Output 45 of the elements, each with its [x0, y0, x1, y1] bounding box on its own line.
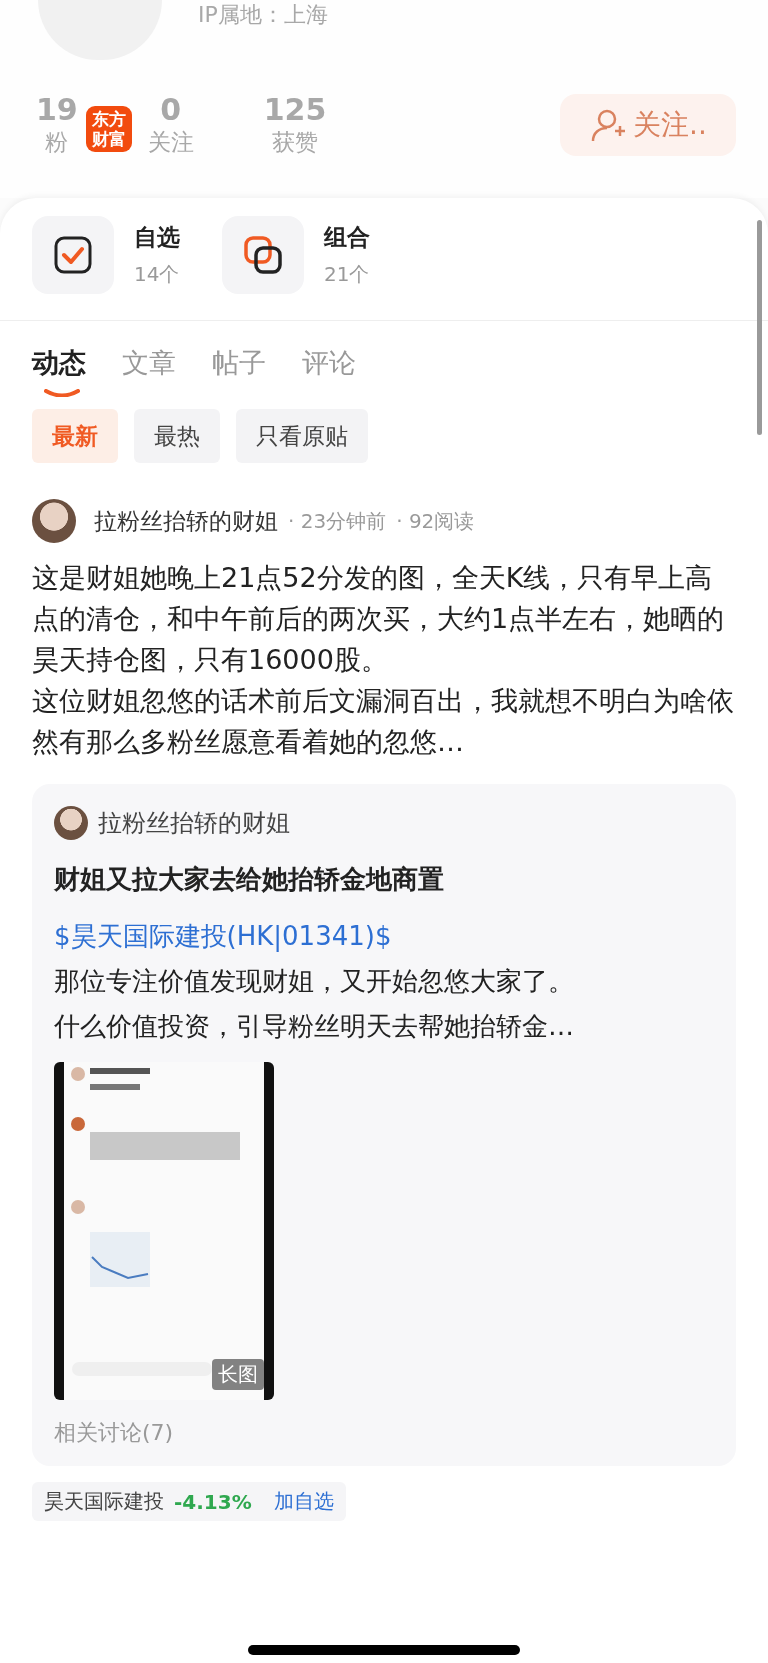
read-count: · 92阅读 [396, 507, 475, 535]
long-image-badge: 长图 [212, 1359, 264, 1390]
add-watchlist-link[interactable]: 加自选 [273, 1488, 334, 1515]
tab[interactable]: 文章 [122, 345, 176, 399]
quoted-post-card[interactable]: 拉粉丝抬轿的财姐 财姐又拉大家去给她抬轿金地商置 $昊天国际建投(HK|01341)$ 那位专注价值发现财姐，又开始忽悠大家了。 什么价值投资，引导粉丝明天去帮她抬轿金… 长图 相关讨论(7) [32, 784, 736, 1466]
stock-link[interactable]: $昊天国际建投(HK|01341)$ [54, 919, 714, 954]
shortcut-title: 组合 [324, 223, 370, 252]
stat-value: 125 [263, 92, 327, 127]
quoted-post-text: 那位专注价值发现财姐，又开始忽悠大家了。 [54, 965, 575, 998]
stock-name: 昊天国际建投 [44, 1488, 164, 1515]
post-time: · 23分钟前 [288, 507, 387, 535]
post-text: 这位财姐忽悠的话术前后文漏洞百出，我就想不明白为啥依然有那么多粉丝愿意看着她的忽悠… [32, 684, 735, 759]
stat-label: 关注 [147, 128, 194, 157]
follow-button[interactable]: 关注.. [560, 94, 736, 156]
filter-chip[interactable]: 最新 [32, 409, 118, 463]
layers-icon [243, 235, 283, 275]
stat-label: 粉 [45, 128, 69, 157]
avatar [54, 806, 88, 840]
stock-tag[interactable]: 昊天国际建投 -4.13% 加自选 [32, 1482, 346, 1521]
scrollbar[interactable] [757, 220, 762, 435]
checkbox-icon [53, 235, 93, 275]
tab[interactable]: 帖子 [212, 345, 266, 399]
stat-label: 获赞 [272, 128, 319, 157]
shortcut-count: 21个 [324, 261, 370, 288]
avatar[interactable] [32, 499, 76, 543]
tab-indicator [44, 389, 80, 397]
shortcut-title: 自选 [134, 223, 180, 252]
shortcut-count: 14个 [134, 261, 180, 288]
tab[interactable]: 评论 [302, 345, 356, 399]
author-name: 拉粉丝抬轿的财姐 [98, 808, 290, 839]
quoted-post-title: 财姐又拉大家去给她抬轿金地商置 [54, 863, 445, 896]
app-logo[interactable]: 东方财富 [86, 106, 132, 152]
shortcut-tile[interactable] [32, 216, 114, 294]
tab[interactable]: 动态 [32, 345, 86, 399]
filter-chip[interactable]: 最热 [134, 409, 220, 463]
price-change: -4.13% [174, 1489, 252, 1514]
quoted-post-text: 什么价值投资，引导粉丝明天去帮她抬轿金… [54, 1010, 575, 1043]
filter-chip[interactable]: 只看原贴 [236, 409, 368, 463]
ip-location: IP属地：上海 [198, 1, 328, 29]
shortcut-tile[interactable] [222, 216, 304, 294]
post-text: 这是财姐她晚上21点52分发的图，全天K线，只有早上高点的清仓，和中午前后的两次买，大约1点半左右，她晒的昊天持仓图，只有16000股。 [32, 561, 726, 677]
stat-value: 0 [160, 92, 182, 127]
related-discussions-link[interactable]: 相关讨论(7) [54, 1418, 714, 1448]
stat-value: 19 [36, 92, 78, 127]
author-name[interactable]: 拉粉丝抬轿的财姐 [94, 505, 278, 537]
